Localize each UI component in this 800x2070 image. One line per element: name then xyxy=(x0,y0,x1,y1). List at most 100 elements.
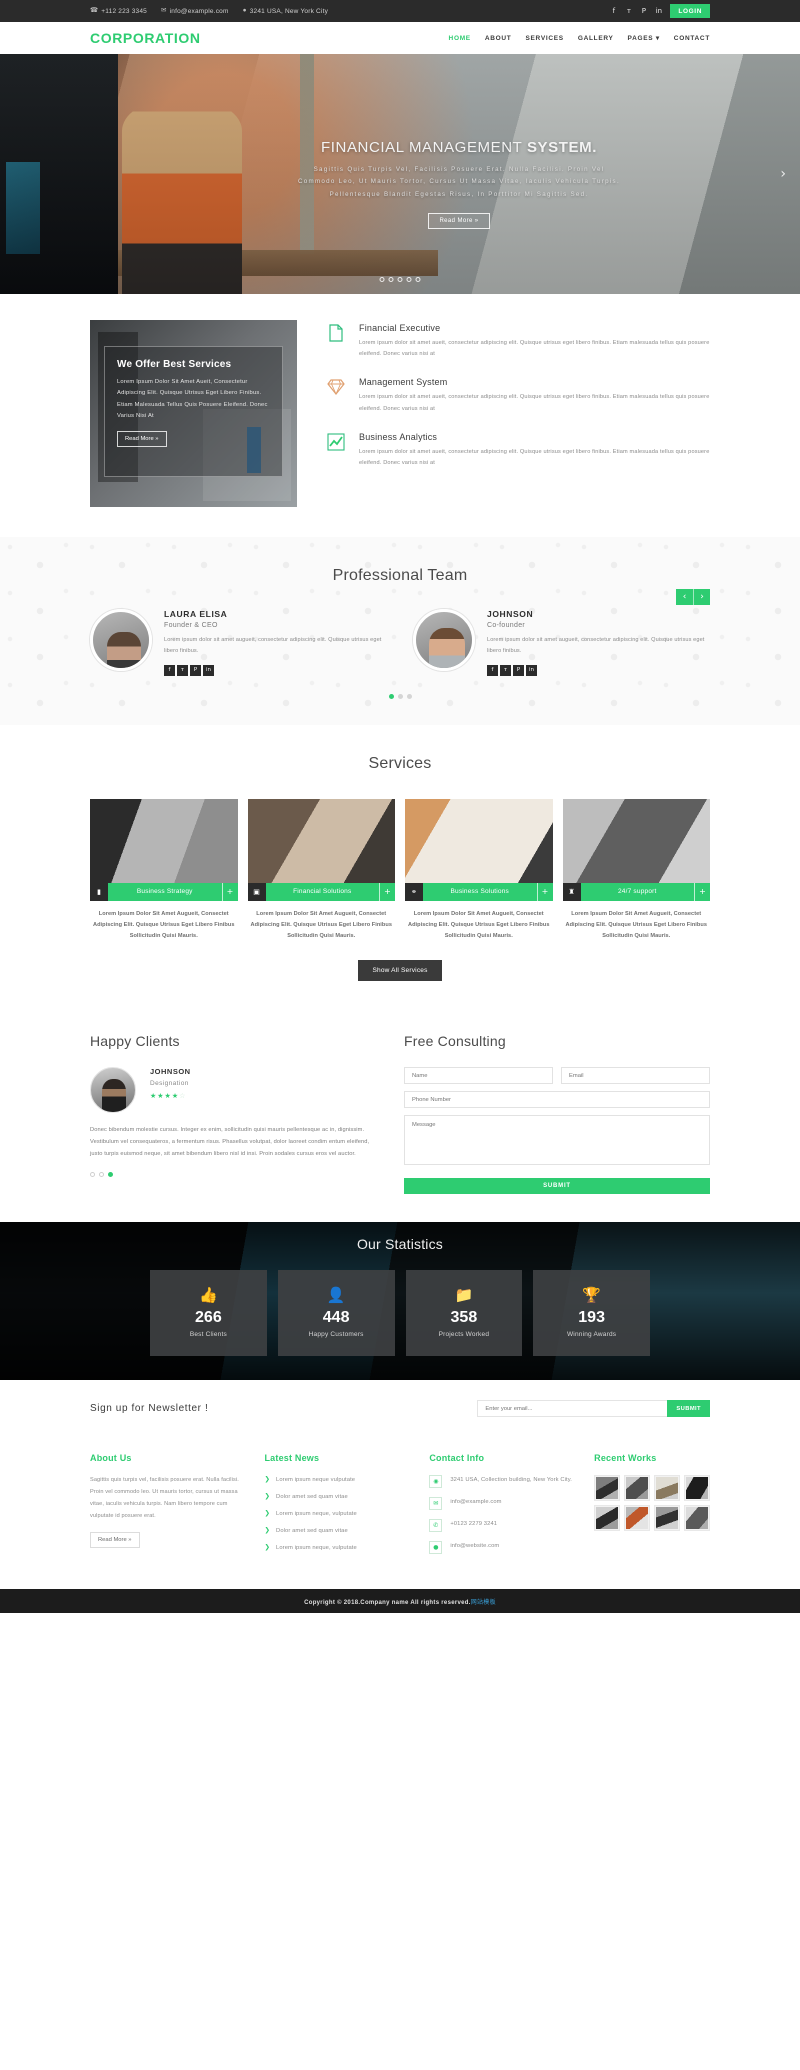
hero-dot[interactable] xyxy=(406,277,412,282)
nav-item-services[interactable]: SERVICES xyxy=(525,35,563,42)
hero-title: FINANCIAL MANAGEMENT SYSTEM. xyxy=(321,139,597,156)
work-thumbnail[interactable] xyxy=(594,1475,621,1502)
client-dot[interactable] xyxy=(90,1172,95,1178)
twitter-icon[interactable]: ᴛ xyxy=(500,664,511,676)
newsletter-email-input[interactable] xyxy=(477,1400,668,1418)
offer-overlay: We Offer Best Services Lorem Ipsum Dolor… xyxy=(104,346,283,477)
nav-item-pages[interactable]: PAGES ▾ xyxy=(628,34,660,42)
list-item[interactable]: ❯ Dolor amet sed quam vitae xyxy=(264,1526,409,1534)
topbar-phone[interactable]: ☎ +112 223 3345 xyxy=(90,7,147,15)
stat-value: 448 xyxy=(322,1309,350,1327)
service-plus-button[interactable]: + xyxy=(221,882,238,901)
client-name: JOHNSON xyxy=(150,1067,191,1077)
message-field[interactable] xyxy=(404,1115,710,1166)
pinterest-icon[interactable]: P xyxy=(513,664,524,676)
service-card[interactable]: ▮ Business Strategy + Lorem Ipsum Dolor … xyxy=(90,798,238,943)
contact-phone-item[interactable]: ✆ +0123 2279 3241 xyxy=(429,1519,574,1533)
team-carousel-nav: ‹ › xyxy=(676,589,710,605)
work-thumbnail[interactable] xyxy=(594,1505,621,1532)
twitter-icon[interactable]: ᴛ xyxy=(177,664,188,676)
list-item[interactable]: ❯ Lorem ipsum neque, vulputate xyxy=(264,1543,409,1551)
hero-dot[interactable] xyxy=(415,277,421,282)
hero-read-more-button[interactable]: Read More » xyxy=(428,213,490,230)
topbar-email-text: info@example.com xyxy=(169,7,229,15)
work-thumbnail[interactable] xyxy=(654,1505,681,1532)
linkedin-icon[interactable]: in xyxy=(526,664,537,676)
team-carousel-dots[interactable] xyxy=(0,693,800,699)
statistics-title: Our Statistics xyxy=(356,1236,444,1253)
services-section-title: Services xyxy=(368,754,432,772)
service-card[interactable]: ⚭ Business Solutions + Lorem Ipsum Dolor… xyxy=(405,798,553,943)
feature-title: Management System xyxy=(359,377,448,388)
hero-dot[interactable] xyxy=(379,277,385,282)
team-prev-button[interactable]: ‹ xyxy=(676,589,693,605)
linkedin-icon[interactable]: in xyxy=(203,664,214,676)
work-thumbnail[interactable] xyxy=(624,1505,651,1532)
footer-read-more-button[interactable]: Read More » xyxy=(90,1532,140,1549)
facebook-icon[interactable]: f xyxy=(164,664,175,676)
topbar-address[interactable]: ● 3241 USA, New York City xyxy=(242,6,328,14)
facebook-icon[interactable]: f xyxy=(487,664,498,676)
footer-news-text: Lorem ipsum neque, vulputate xyxy=(276,1511,357,1518)
phone-field[interactable] xyxy=(404,1091,710,1109)
consulting-submit-button[interactable]: SUBMIT xyxy=(404,1178,710,1195)
clients-carousel-dots[interactable] xyxy=(90,1172,370,1178)
service-card[interactable]: ♜ 24/7 support + Lorem Ipsum Dolor Sit A… xyxy=(562,798,710,943)
hero-slider: FINANCIAL MANAGEMENT SYSTEM. Sagittis Qu… xyxy=(0,54,800,294)
contact-website-item[interactable]: ● info@website.com xyxy=(429,1541,574,1555)
team-next-button[interactable]: › xyxy=(693,589,710,605)
topbar-email[interactable]: ✉ info@example.com xyxy=(161,7,229,15)
list-item[interactable]: ❯ Lorem ipsum neque, vulputate xyxy=(264,1509,409,1517)
linkedin-icon[interactable]: in xyxy=(651,0,666,22)
pinterest-icon[interactable]: P xyxy=(636,0,651,22)
recent-works-grid xyxy=(594,1475,710,1532)
client-dot[interactable] xyxy=(99,1172,104,1178)
service-card[interactable]: ▣ Financial Solutions + Lorem Ipsum Dolo… xyxy=(247,798,395,943)
nav-item-home[interactable]: HOME xyxy=(449,35,471,42)
hero-next-arrow-icon[interactable]: › xyxy=(780,166,786,182)
nav-item-contact[interactable]: CONTACT xyxy=(674,35,710,42)
newsletter-submit-button[interactable]: SUBMIT xyxy=(667,1400,710,1418)
nav-item-gallery[interactable]: GALLERY xyxy=(578,35,614,42)
hero-dot[interactable] xyxy=(397,277,403,282)
name-field[interactable] xyxy=(404,1067,553,1085)
facebook-icon[interactable]: f xyxy=(606,0,621,22)
email-field[interactable] xyxy=(561,1067,710,1085)
service-label: Business Solutions xyxy=(423,882,537,901)
service-plus-button[interactable]: + xyxy=(379,882,395,901)
chevron-right-icon: ❯ xyxy=(264,1543,271,1552)
list-item[interactable]: ❯ Lorem ipsum neque vulputate xyxy=(264,1475,409,1483)
service-text: Lorem Ipsum Dolor Sit Amet Augueit, Cons… xyxy=(407,910,550,940)
contact-email-item[interactable]: ✉ info@example.com xyxy=(429,1497,574,1511)
work-thumbnail[interactable] xyxy=(684,1475,710,1502)
work-thumbnail[interactable] xyxy=(624,1475,651,1502)
hero-slider-dots[interactable] xyxy=(379,277,421,282)
service-plus-button[interactable]: + xyxy=(694,882,710,901)
copyright-extra: 网站模板 xyxy=(470,1599,496,1606)
team-dot[interactable] xyxy=(388,693,394,699)
footer-news-text: Lorem ipsum neque, vulputate xyxy=(276,1545,357,1552)
list-item[interactable]: ❯ Dolor amet sed quam vitae xyxy=(264,1492,409,1500)
footer: About Us Sagittis quis turpis vel, facil… xyxy=(0,1435,800,1590)
offer-read-more-button[interactable]: Read More » xyxy=(117,431,167,448)
client-dot[interactable] xyxy=(108,1172,113,1178)
login-button[interactable]: LOGIN xyxy=(670,4,710,18)
twitter-icon[interactable]: ᴛ xyxy=(621,0,636,22)
map-pin-icon: ● xyxy=(242,6,247,14)
work-thumbnail[interactable] xyxy=(684,1505,710,1532)
team-section-title: Professional Team xyxy=(332,567,468,584)
pinterest-icon[interactable]: P xyxy=(190,664,201,676)
work-thumbnail[interactable] xyxy=(654,1475,681,1502)
show-all-services-button[interactable]: Show All Services xyxy=(358,960,442,982)
team-dot[interactable] xyxy=(397,693,403,699)
hero-title-light: FINANCIAL MANAGEMENT xyxy=(320,138,527,156)
site-logo[interactable]: CORPORATION xyxy=(90,30,201,46)
team-member-desc: Lorem ipsum dolor sit amet augueit, cons… xyxy=(164,637,382,654)
hero-dot[interactable] xyxy=(388,277,394,282)
nav-item-about[interactable]: ABOUT xyxy=(485,35,512,42)
topbar-phone-text: +112 223 3345 xyxy=(101,7,147,15)
stat-label: Best Clients xyxy=(189,1331,227,1339)
service-plus-button[interactable]: + xyxy=(536,882,553,901)
service-text: Lorem Ipsum Dolor Sit Amet Augueit, Cons… xyxy=(92,910,235,940)
team-dot[interactable] xyxy=(406,693,412,699)
